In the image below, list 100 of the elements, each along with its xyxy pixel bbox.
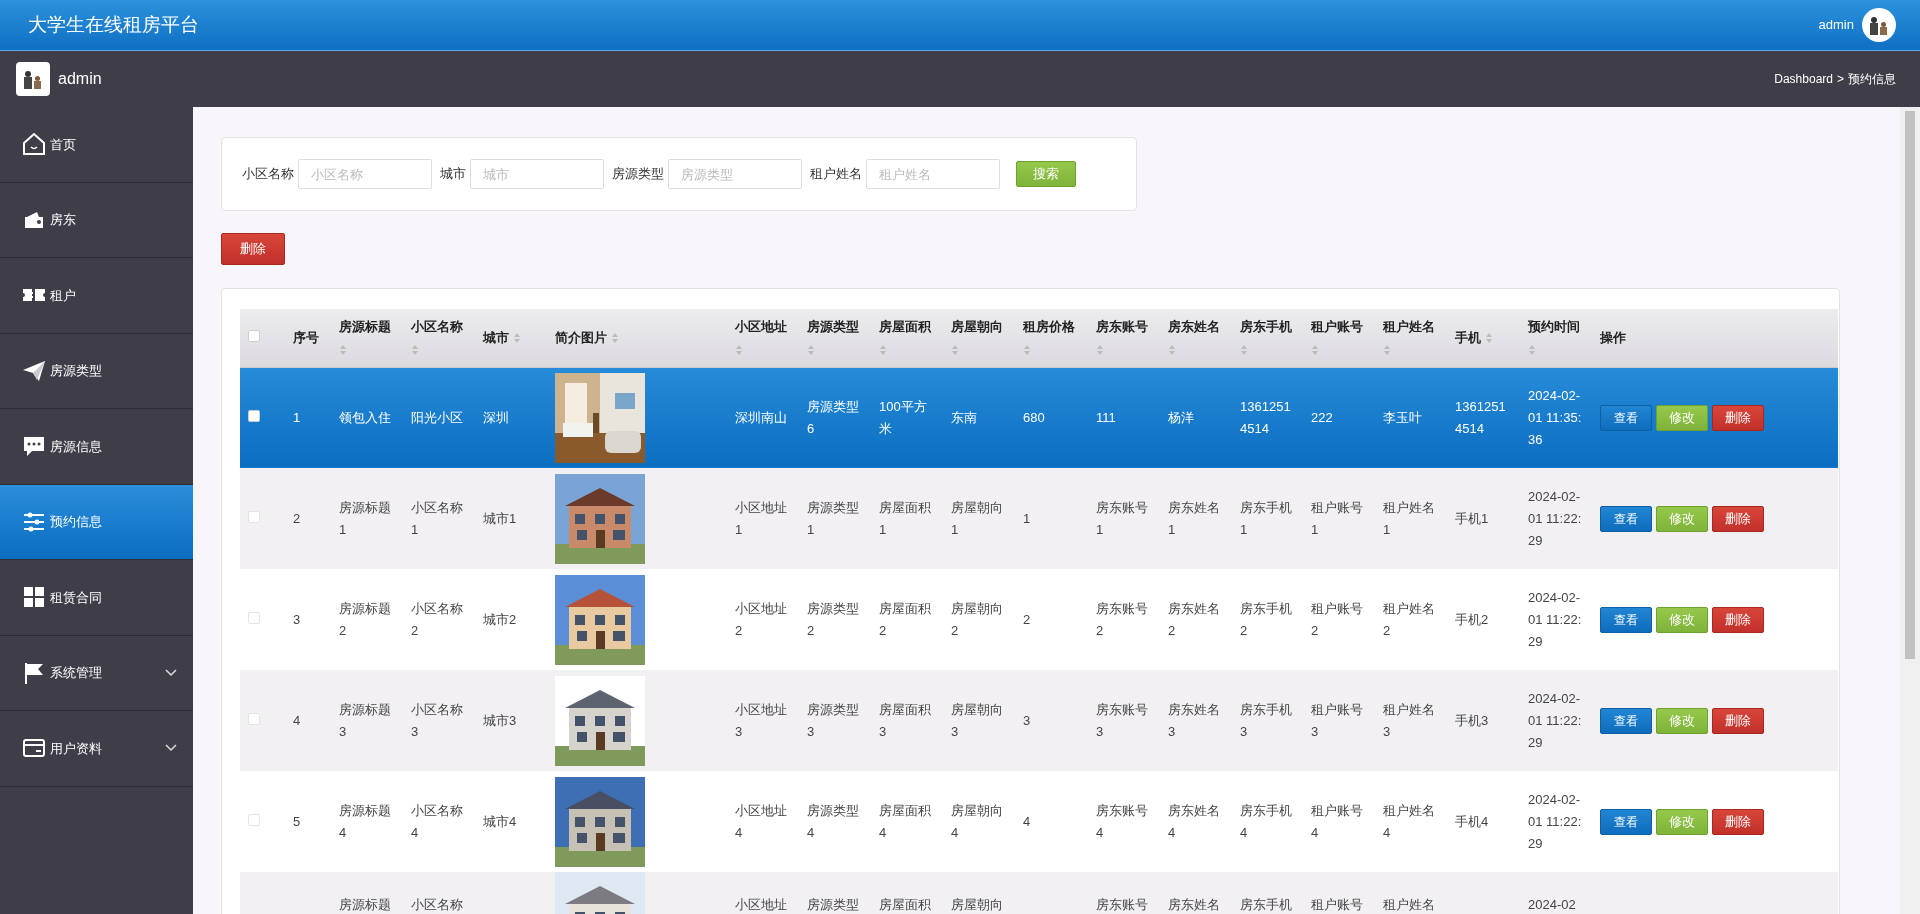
sidebar-item[interactable]: 租赁合同 — [0, 560, 193, 636]
column-header[interactable]: 租户姓名 — [1383, 318, 1435, 334]
delete-button[interactable]: 删除 — [1712, 707, 1764, 734]
sort-icon[interactable] — [611, 331, 619, 344]
table-cell: 13612514514 — [1455, 398, 1506, 436]
delete-button[interactable]: 删除 — [1712, 606, 1764, 633]
column-header[interactable]: 房屋朝向 — [951, 318, 1003, 334]
sidebar-item[interactable]: 租户 — [0, 258, 193, 334]
search-field[interactable]: 租户姓名 — [866, 159, 1000, 189]
scrollbar[interactable] — [1900, 107, 1920, 914]
table-cell: 房屋面积4 — [879, 802, 931, 840]
view-button[interactable]: 查看 — [1600, 606, 1652, 633]
table-cell-text: 2024-02-01 11:35:36 — [1528, 386, 1582, 449]
delete-button[interactable]: 删除 — [1712, 808, 1764, 835]
select-all-checkbox[interactable] — [248, 330, 260, 342]
home-icon — [22, 132, 46, 157]
app-title: 大学生在线租房平台 — [28, 12, 199, 37]
table-cell: 房东姓名4 — [1168, 802, 1220, 840]
table-cell: 房东手机3 — [1240, 701, 1292, 739]
sort-icon[interactable] — [1485, 331, 1493, 344]
sidebar-item[interactable]: 房东 — [0, 182, 193, 258]
search-field[interactable]: 城市 — [470, 159, 604, 189]
breadcrumb-link[interactable]: Dashboard — [1774, 70, 1833, 88]
sidebar-item[interactable]: 用户资料 — [0, 711, 193, 787]
column-header[interactable]: 城市 — [483, 328, 509, 348]
search-field[interactable]: 小区名称 — [298, 159, 432, 189]
column-header[interactable]: 预约时间 — [1528, 318, 1580, 334]
sort-icon[interactable] — [513, 331, 521, 344]
table-cell: 房源类型6 — [807, 398, 859, 436]
table-cell: 城市2 — [483, 611, 517, 627]
flag-icon — [22, 660, 46, 685]
row-checkbox[interactable] — [248, 409, 260, 422]
table-cell: 房东手机2 — [1240, 600, 1292, 638]
table-cell: 小区名称 — [411, 897, 463, 912]
table-cell: 小区地址3 — [735, 701, 787, 739]
table-cell: 租户账号3 — [1311, 701, 1363, 739]
sidebar-item[interactable]: 房源信息 — [0, 409, 193, 485]
table-cell: 房屋朝向3 — [951, 701, 1003, 739]
row-checkbox[interactable] — [248, 712, 260, 725]
delete-button[interactable]: 删除 — [221, 233, 285, 265]
column-header[interactable]: 租户账号 — [1311, 318, 1363, 334]
table-cell: 3 — [1023, 712, 1031, 728]
table-cell: 租户姓名3 — [1383, 701, 1435, 739]
table-cell-text: 2024-02 — [1528, 896, 1577, 914]
table-cell: 房源标题4 — [339, 802, 391, 840]
search-field[interactable]: 房源类型 — [668, 159, 802, 189]
sidebar-item[interactable]: 预约信息 — [0, 484, 193, 560]
column-header[interactable]: 房屋面积 — [879, 318, 931, 334]
table-cell: 李玉叶 — [1383, 409, 1422, 425]
sidebar-item[interactable]: 房源类型 — [0, 333, 193, 409]
row-checkbox[interactable] — [248, 510, 260, 523]
sidebar-item[interactable]: 系统管理 — [0, 635, 193, 711]
table-cell: 房东姓名 — [1168, 897, 1220, 912]
paper-plane-icon — [22, 358, 46, 383]
table-cell-text: 2024-02-01 11:22:29 — [1528, 689, 1582, 752]
row-checkbox[interactable] — [248, 611, 260, 624]
column-header[interactable]: 房源类型 — [807, 318, 859, 334]
column-header[interactable]: 租房价格 — [1023, 318, 1075, 334]
table-cell: 小区名称1 — [411, 499, 463, 537]
column-header[interactable]: 房东姓名 — [1168, 318, 1220, 334]
column-header: 操作 — [1600, 330, 1626, 345]
table-cell: 100平方米 — [879, 398, 927, 436]
column-header[interactable]: 小区地址 — [735, 318, 787, 334]
table-cell: 房东账号 — [1096, 897, 1148, 912]
table-cell-text: 2024-02-01 11:22:29 — [1528, 790, 1582, 853]
column-header[interactable]: 房源标题 — [339, 318, 391, 334]
field-label: 租户姓名 — [810, 165, 862, 184]
table-cell: 房源类型4 — [807, 802, 859, 840]
view-button[interactable]: 查看 — [1600, 404, 1652, 431]
table-cell: 租户账号2 — [1311, 600, 1363, 638]
column-header[interactable]: 简介图片 — [555, 328, 607, 348]
sidebar-item[interactable]: 首页 — [0, 107, 193, 183]
table-cell: 小区地址2 — [735, 600, 787, 638]
column-header[interactable]: 小区名称 — [411, 318, 463, 334]
field-label: 小区名称 — [242, 165, 294, 184]
table-cell: 城市3 — [483, 712, 517, 728]
table-cell: 手机4 — [1455, 813, 1489, 829]
avatar-icon[interactable] — [1862, 8, 1896, 42]
table-cell: 房源标题2 — [339, 600, 391, 638]
view-button[interactable]: 查看 — [1600, 808, 1652, 835]
table-cell: 5 — [293, 813, 301, 829]
view-button[interactable]: 查看 — [1600, 707, 1652, 734]
delete-button[interactable]: 删除 — [1712, 404, 1764, 431]
table-cell-text: 2024-02-01 11:22:29 — [1528, 487, 1582, 550]
table-cell: 房东账号1 — [1096, 499, 1148, 537]
table-cell: 租户姓名 — [1383, 897, 1435, 912]
table-cell: 租户账号1 — [1311, 499, 1363, 537]
table-cell: 4 — [1023, 813, 1031, 829]
table-cell: 4 — [293, 712, 301, 728]
table-cell: 房东姓名3 — [1168, 701, 1220, 739]
row-checkbox[interactable] — [248, 813, 260, 826]
table-cell: 小区名称3 — [411, 701, 463, 739]
table-cell: 房东手机4 — [1240, 802, 1292, 840]
column-header[interactable]: 手机 — [1455, 328, 1481, 348]
view-button[interactable]: 查看 — [1600, 505, 1652, 532]
table-cell: 租户账号4 — [1311, 802, 1363, 840]
table-cell: 手机2 — [1455, 611, 1489, 627]
table-cell: 房屋朝向4 — [951, 802, 1003, 840]
delete-button[interactable]: 删除 — [1712, 505, 1764, 532]
column-header[interactable]: 房东账号 — [1096, 318, 1148, 334]
